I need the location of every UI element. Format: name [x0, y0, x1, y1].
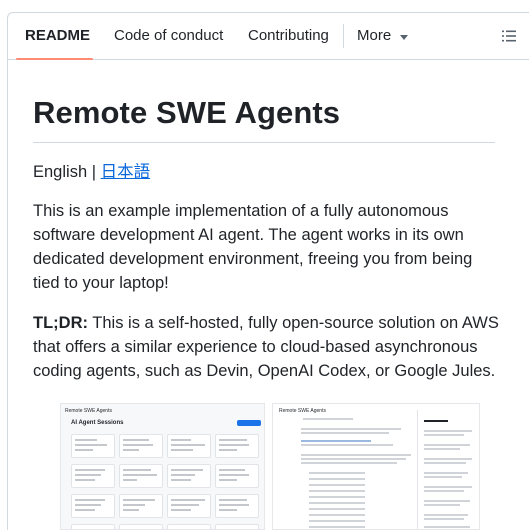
page-title: Remote SWE Agents — [33, 95, 341, 130]
chat-screenshot-image: Remote SWE Agents — [272, 403, 480, 530]
screenshot-heading: AI Agent Sessions — [71, 420, 124, 426]
readme-tab-bar: README Code of conduct Contributing More — [8, 13, 529, 60]
session-card — [167, 524, 211, 529]
session-card — [215, 524, 259, 529]
intro-paragraph: This is an example implementation of a f… — [33, 202, 473, 292]
session-card — [71, 494, 115, 518]
tab-code-of-conduct[interactable]: Code of conduct — [114, 13, 223, 60]
session-card — [119, 494, 163, 518]
chevron-down-icon[interactable] — [400, 35, 408, 40]
session-card — [71, 464, 115, 488]
session-card — [167, 434, 211, 458]
session-card — [215, 494, 259, 518]
tldr-paragraph: TL;DR: This is a self-hosted, fully open… — [33, 311, 503, 383]
language-link-japanese[interactable]: 日本語 — [101, 163, 151, 181]
session-card — [119, 524, 163, 529]
tab-more[interactable]: More — [357, 13, 391, 60]
tldr-text: This is a self-hosted, fully open-source… — [33, 314, 499, 380]
session-card — [71, 524, 115, 529]
title-divider — [33, 142, 495, 143]
active-tab-indicator — [16, 58, 93, 60]
session-card — [119, 464, 163, 488]
screenshot-app-title: Remote SWE Agents — [65, 408, 112, 414]
session-card — [71, 434, 115, 458]
language-current: English — [33, 163, 88, 181]
sessions-screenshot-image: Remote SWE Agents AI Agent Sessions — [60, 403, 265, 530]
tldr-label: TL;DR: — [33, 314, 88, 332]
language-switcher: English | 日本語 — [33, 160, 150, 184]
screenshot-app-title: Remote SWE Agents — [279, 408, 326, 414]
session-card — [119, 434, 163, 458]
session-card — [167, 464, 211, 488]
outline-list-icon[interactable] — [502, 29, 516, 43]
language-separator: | — [87, 163, 101, 181]
session-card — [215, 464, 259, 488]
session-card — [167, 494, 211, 518]
session-card — [215, 434, 259, 458]
tab-divider — [343, 24, 344, 48]
screenshot-new-session-button — [237, 420, 261, 426]
tab-contributing[interactable]: Contributing — [248, 13, 329, 60]
tab-readme[interactable]: README — [25, 13, 90, 60]
screenshot-side-panel — [417, 410, 479, 529]
